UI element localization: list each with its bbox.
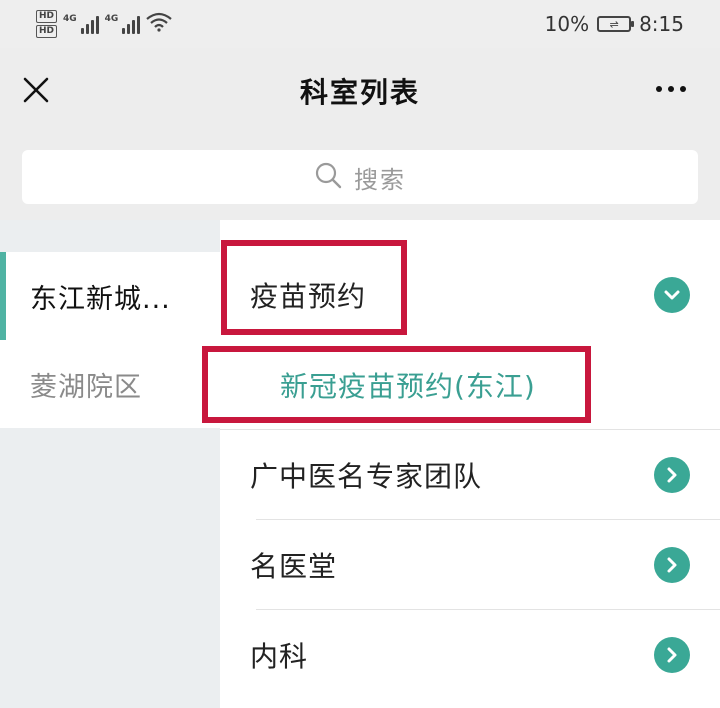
network-type-1: 4G bbox=[63, 14, 77, 24]
chevron-down-circle-icon[interactable] bbox=[654, 277, 690, 313]
battery-icon: ⇌ bbox=[597, 16, 635, 32]
network-type-2: 4G bbox=[104, 14, 119, 24]
status-left: HD HD 4G 4G bbox=[36, 10, 173, 38]
wifi-icon bbox=[146, 12, 173, 36]
chevron-right-circle-icon[interactable] bbox=[654, 547, 690, 583]
hd-badge-1: HD bbox=[36, 10, 58, 23]
department-item-expert-team[interactable]: 广中医名专家团队 bbox=[220, 430, 720, 520]
campus-list: 东江新城... 菱湖院区 bbox=[0, 220, 220, 708]
department-item-famous-doctors[interactable]: 名医堂 bbox=[220, 520, 720, 610]
nav-bar: 科室列表 bbox=[0, 48, 720, 134]
campus-label: 菱湖院区 bbox=[30, 371, 142, 403]
search-input[interactable]: 搜索 bbox=[22, 150, 698, 204]
chevron-right-circle-icon[interactable] bbox=[654, 457, 690, 493]
signal-icon-2: 4G bbox=[105, 14, 141, 34]
page-title: 科室列表 bbox=[299, 76, 420, 109]
chevron-right-circle-icon[interactable] bbox=[654, 637, 690, 673]
search-placeholder: 搜索 bbox=[354, 165, 406, 194]
campus-item-dongjiang[interactable]: 东江新城... bbox=[0, 252, 220, 340]
close-icon[interactable] bbox=[20, 74, 52, 106]
department-label: 广中医名专家团队 bbox=[250, 460, 483, 493]
signal-icon-1: 4G bbox=[63, 14, 99, 34]
department-list: 疫苗预约 新冠疫苗预约(东江) 广中医名专家团队 名医堂 内科 bbox=[220, 220, 720, 708]
battery-percent: 10% bbox=[544, 12, 590, 36]
hd-badges: HD HD bbox=[36, 10, 58, 38]
search-icon bbox=[314, 161, 342, 193]
search-area: 搜索 bbox=[0, 134, 720, 220]
more-icon[interactable] bbox=[656, 86, 686, 92]
department-label: 疫苗预约 bbox=[250, 280, 367, 313]
sub-department-label: 新冠疫苗预约(东江) bbox=[280, 370, 536, 403]
department-item-internal-medicine[interactable]: 内科 bbox=[220, 610, 720, 700]
campus-item-linghu[interactable]: 菱湖院区 bbox=[0, 340, 220, 428]
sub-department-item-covid-vaccine[interactable]: 新冠疫苗预约(东江) bbox=[220, 340, 720, 430]
department-label: 内科 bbox=[250, 640, 309, 673]
status-bar: HD HD 4G 4G 10% ⇌ 8:15 bbox=[0, 0, 720, 48]
department-label: 名医堂 bbox=[250, 550, 338, 583]
clock: 8:15 bbox=[639, 12, 684, 36]
status-right: 10% ⇌ 8:15 bbox=[545, 12, 684, 36]
department-item-vaccine[interactable]: 疫苗预约 bbox=[220, 250, 720, 340]
hd-badge-2: HD bbox=[36, 25, 58, 38]
campus-label: 东江新城... bbox=[30, 283, 171, 315]
